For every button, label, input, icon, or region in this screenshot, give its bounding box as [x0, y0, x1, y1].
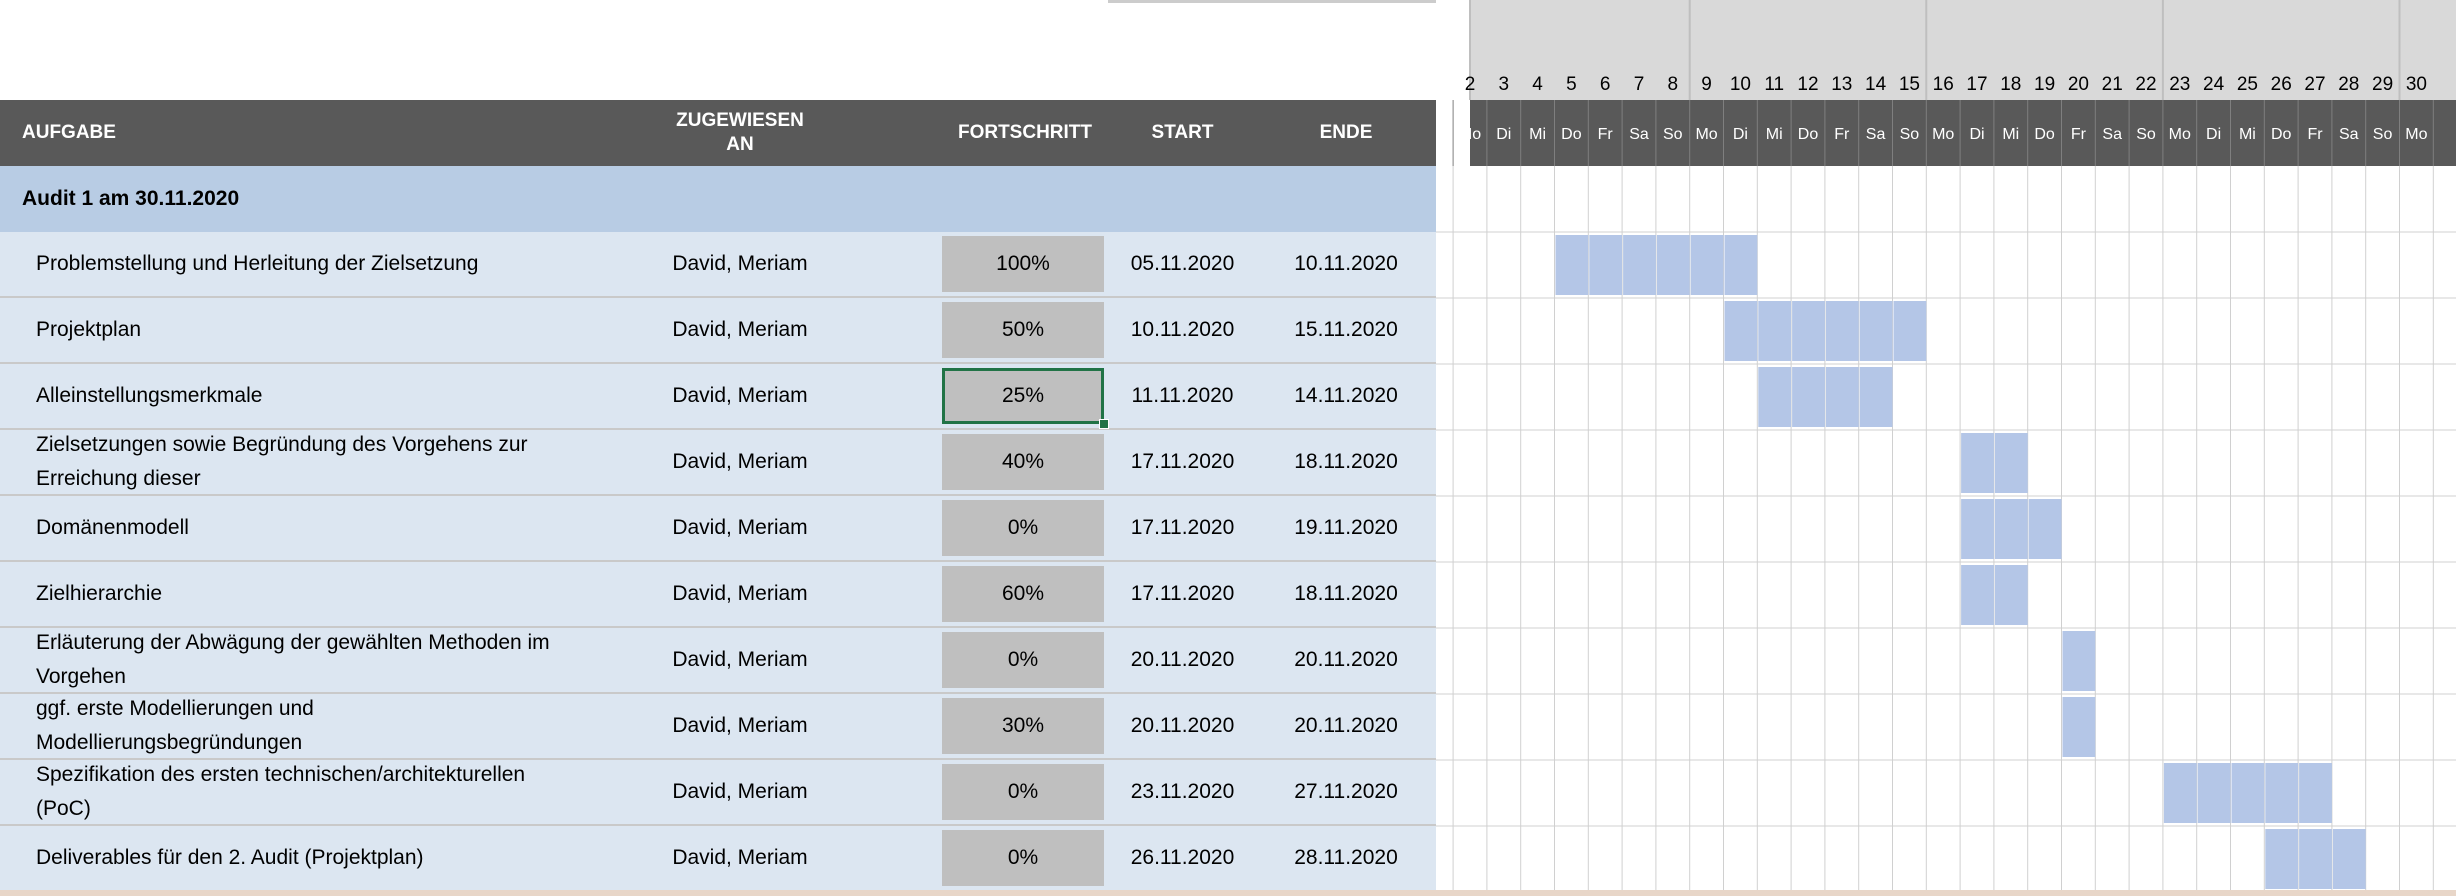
day-name-label: So [2136, 126, 2156, 143]
gantt-bar-cell [2265, 763, 2299, 823]
day-number-label: 21 [2102, 74, 2123, 95]
gantt-bar-cell [2299, 763, 2332, 823]
day-number-label: 7 [1634, 74, 1645, 95]
day-name-label: Mi [1529, 126, 1546, 143]
bottom-row-edge [0, 890, 2456, 896]
day-name-label: Di [1969, 126, 1984, 143]
gantt-bar-cell [2265, 829, 2299, 889]
day-name-label: Mi [2239, 126, 2256, 143]
day-name-label: Fr [1834, 126, 1850, 143]
day-number-label: 29 [2372, 74, 2393, 95]
gantt-bar-cell [1825, 301, 1859, 361]
gantt-bar-cell [2299, 829, 2332, 889]
day-number-label: 13 [1831, 74, 1852, 95]
day-number-label: 26 [2271, 74, 2292, 95]
day-name-label: Do [1798, 126, 1819, 143]
fill-handle[interactable] [1099, 419, 1109, 429]
day-name-label: Mo [1459, 126, 1481, 143]
gantt-bar-cell [1623, 235, 1656, 295]
day-name-label: Do [1561, 126, 1582, 143]
gantt-bar-cell [1961, 565, 1994, 625]
day-number-label: 25 [2237, 74, 2258, 95]
gantt-bar-cell [1994, 433, 2028, 493]
day-number-label: 15 [1899, 74, 1920, 95]
gantt-timeline: 2 Mo 3 Di 4 Mi 5 Do 6 Fr 7 Sa 8 So 9 Mo 10 Di 11 Mi 12 Do 13 Fr… [1436, 0, 2456, 893]
day-name-label: Do [2271, 126, 2292, 143]
day-number-label: 17 [1966, 74, 1987, 95]
gantt-bar-cell [2062, 631, 2096, 691]
day-name-label: Sa [2339, 126, 2359, 143]
day-number-label: 27 [2304, 74, 2325, 95]
gantt-bar-cell [1792, 301, 1825, 361]
gantt-bar-cell [1792, 367, 1825, 427]
day-name-label: Di [1733, 126, 1748, 143]
gantt-bar-cell [1893, 301, 1927, 361]
day-number-label: 3 [1499, 74, 1510, 95]
gantt-bar-cell [2231, 763, 2265, 823]
day-number-label: 16 [1933, 74, 1954, 95]
day-number-label: 9 [1701, 74, 1712, 95]
gantt-bar-cell [1589, 235, 1623, 295]
day-number-label: 19 [2034, 74, 2055, 95]
day-number-label: 30 [2406, 74, 2427, 95]
day-name-label: Fr [2307, 126, 2323, 143]
day-name-label: Sa [2102, 126, 2122, 143]
day-name-label: Sa [1866, 126, 1886, 143]
day-number-label: 18 [2000, 74, 2021, 95]
day-name-label: Mo [1932, 126, 1954, 143]
gantt-bar-cell [1656, 235, 1690, 295]
day-number-label: 14 [1865, 74, 1887, 95]
day-number-label: 20 [2068, 74, 2089, 95]
day-number-label: 28 [2338, 74, 2359, 95]
gantt-bar-cell [1758, 301, 1792, 361]
day-name-label: Mi [1766, 126, 1783, 143]
day-name-label: Mo [2169, 126, 2191, 143]
gantt-bar-cell [1859, 301, 1893, 361]
gantt-bar-cell [1555, 235, 1589, 295]
gantt-bar-cell [2332, 829, 2366, 889]
gantt-bar-cell [1961, 433, 1994, 493]
gantt-bar-cell [2163, 763, 2197, 823]
day-name-label: Fr [1598, 126, 1614, 143]
day-number-label: 23 [2169, 74, 2190, 95]
day-name-label: Sa [1629, 126, 1649, 143]
day-name-label: Di [1496, 126, 1511, 143]
day-name-label: Do [2034, 126, 2055, 143]
gantt-bar-cell [2197, 763, 2231, 823]
day-name-label: So [1900, 126, 1920, 143]
day-name-label: Di [2206, 126, 2221, 143]
day-name-label: So [2373, 126, 2393, 143]
gantt-bar-cell [2028, 499, 2062, 559]
gantt-bar-cell [1961, 499, 1994, 559]
day-number-label: 4 [1532, 74, 1543, 95]
day-name-label: Mi [2002, 126, 2019, 143]
day-number-label: 12 [1797, 74, 1818, 95]
gantt-bar-cell [1994, 565, 2028, 625]
day-number-label: 2 [1465, 74, 1476, 95]
day-name-label: Mo [2405, 126, 2427, 143]
day-number-label: 8 [1668, 74, 1679, 95]
gantt-bar-cell [1825, 367, 1859, 427]
gantt-bar-cell [1690, 235, 1724, 295]
gantt-bar-cell [1724, 235, 1758, 295]
day-name-label: Mo [1695, 126, 1717, 143]
day-number-label: 6 [1600, 74, 1611, 95]
day-name-label: Fr [2071, 126, 2087, 143]
gantt-bar-cell [1758, 367, 1792, 427]
day-number-label: 11 [1764, 74, 1784, 95]
gantt-bar-cell [1994, 499, 2028, 559]
day-number-label: 24 [2203, 74, 2225, 95]
day-number-label: 10 [1730, 74, 1751, 95]
gantt-bar-cell [2062, 697, 2096, 757]
day-number-label: 22 [2135, 74, 2156, 95]
day-name-label: So [1663, 126, 1683, 143]
day-number-label: 5 [1566, 74, 1577, 95]
gantt-bar-cell [1724, 301, 1758, 361]
gantt-bar-cell [1859, 367, 1893, 427]
